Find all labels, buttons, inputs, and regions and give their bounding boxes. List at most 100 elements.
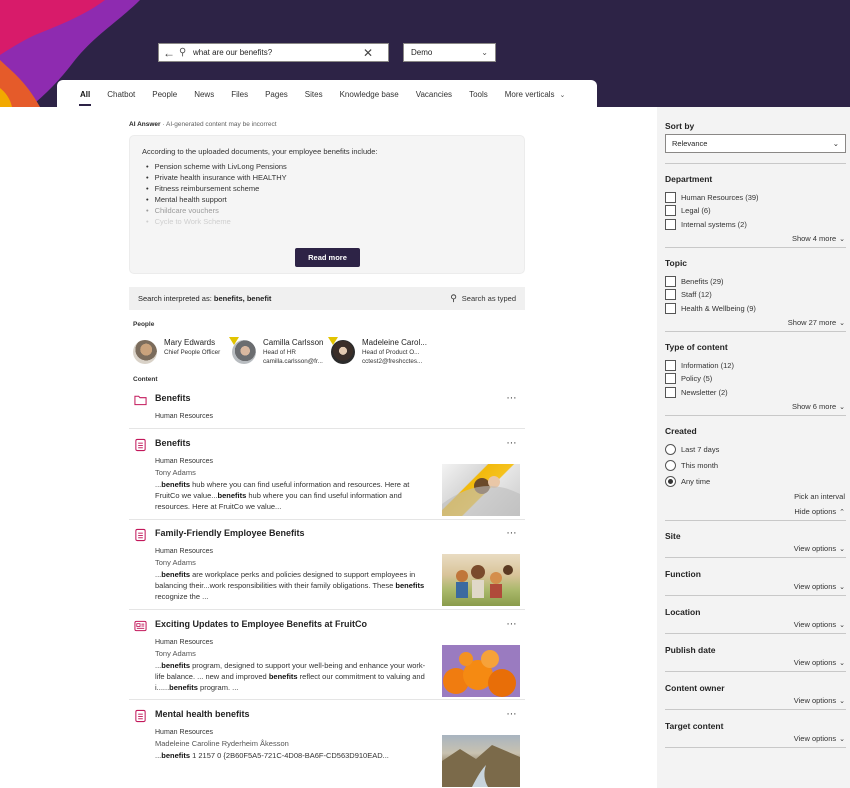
show-more-link[interactable]: Show 4 more ⌄	[792, 234, 845, 243]
filter-checkbox[interactable]: Human Resources (39)	[665, 192, 759, 203]
checkbox[interactable]	[665, 276, 676, 287]
result-snippet: ...benefits program, designed to support…	[155, 661, 426, 692]
divider	[665, 709, 846, 710]
target-content-title: Target content	[665, 721, 724, 731]
back-arrow-icon[interactable]: ←	[159, 46, 179, 60]
read-more-button[interactable]: Read more	[295, 248, 360, 267]
view-options-link[interactable]: View options ⌄	[794, 696, 845, 705]
ai-answer-list: Pension scheme with LivLong Pensions Pri…	[146, 161, 287, 227]
tab-more-verticals[interactable]: More verticals ⌄	[505, 80, 566, 108]
result-title[interactable]: Exciting Updates to Employee Benefits at…	[155, 619, 367, 629]
sort-dropdown[interactable]: Relevance ⌄	[665, 134, 846, 153]
view-options-link[interactable]: View options ⌄	[794, 544, 845, 553]
search-as-typed-link[interactable]: ⚲ Search as typed	[450, 293, 516, 304]
checkbox[interactable]	[665, 360, 676, 371]
result-item[interactable]: Benefits ⋯ Human Resources	[129, 393, 525, 429]
checkbox[interactable]	[665, 205, 676, 216]
radio-button[interactable]	[665, 476, 676, 487]
checkbox-label: Newsletter (2)	[681, 388, 728, 397]
person-card[interactable]: Madeleine Carol... Head of Product O... …	[328, 337, 427, 366]
search-bar[interactable]: ← ⚲ ✕	[158, 43, 389, 62]
vertical-tabs: All Chatbot People News Files Pages Site…	[57, 80, 597, 108]
result-title[interactable]: Mental health benefits	[155, 709, 250, 719]
result-item[interactable]: Exciting Updates to Employee Benefits at…	[129, 619, 525, 700]
more-options-icon[interactable]: ⋯	[507, 709, 518, 720]
result-item[interactable]: Family-Friendly Employee Benefits ⋯ Huma…	[129, 528, 525, 610]
filter-radio[interactable]: This month	[665, 460, 718, 471]
result-title[interactable]: Benefits	[155, 438, 191, 448]
checkbox[interactable]	[665, 373, 676, 384]
filter-sidebar: Sort by Relevance ⌄ Department Human Res…	[657, 107, 850, 788]
tab-all[interactable]: All	[78, 80, 92, 108]
view-options-label: View options	[793, 696, 837, 705]
tab-vacancies[interactable]: Vacancies	[416, 80, 452, 108]
filter-radio[interactable]: Any time	[665, 476, 710, 487]
tab-pages[interactable]: Pages	[265, 80, 288, 108]
result-title[interactable]: Family-Friendly Employee Benefits	[155, 528, 305, 538]
filter-checkbox[interactable]: Policy (5)	[665, 373, 712, 384]
more-options-icon[interactable]: ⋯	[507, 528, 518, 539]
radio-button[interactable]	[665, 444, 676, 455]
search-input[interactable]	[193, 48, 358, 57]
checkbox[interactable]	[665, 387, 676, 398]
pick-interval-link[interactable]: Pick an interval	[794, 492, 845, 501]
show-more-label: Show 27 more	[787, 318, 837, 327]
checkbox[interactable]	[665, 303, 676, 314]
tab-sites[interactable]: Sites	[305, 80, 323, 108]
filter-checkbox[interactable]: Staff (12)	[665, 289, 712, 300]
tab-knowledge-base[interactable]: Knowledge base	[340, 80, 399, 108]
view-options-link[interactable]: View options ⌄	[794, 658, 845, 667]
tab-chatbot[interactable]: Chatbot	[107, 80, 135, 108]
list-item: Childcare vouchers	[146, 205, 287, 216]
hide-options-link[interactable]: Hide options ⌃	[794, 507, 845, 516]
person-name: Madeleine Carol...	[362, 338, 427, 347]
chevron-down-icon: ⌄	[559, 92, 566, 99]
result-author: Tony Adams	[155, 558, 196, 567]
view-options-link[interactable]: View options ⌄	[794, 620, 845, 629]
result-site: Human Resources	[155, 639, 213, 646]
list-item: Cycle to Work Scheme	[146, 216, 287, 227]
filter-radio[interactable]: Last 7 days	[665, 444, 719, 455]
checkbox[interactable]	[665, 219, 676, 230]
more-options-icon[interactable]: ⋯	[507, 438, 518, 449]
filter-checkbox[interactable]: Newsletter (2)	[665, 387, 728, 398]
result-item[interactable]: Benefits ⋯ Human Resources Tony Adams ..…	[129, 438, 525, 520]
tab-people[interactable]: People	[152, 80, 177, 108]
person-card[interactable]: Mary Edwards Chief People Officer	[133, 337, 220, 364]
person-card[interactable]: Camilla Carlsson Head of HR camilla.carl…	[229, 337, 323, 366]
result-site: Human Resources	[155, 458, 213, 465]
interpreted-terms: benefits, benefit	[213, 294, 272, 303]
filter-checkbox[interactable]: Internal systems (2)	[665, 219, 747, 230]
divider	[665, 247, 846, 248]
more-options-icon[interactable]: ⋯	[507, 619, 518, 630]
view-options-link[interactable]: View options ⌄	[794, 582, 845, 591]
tab-files[interactable]: Files	[231, 80, 248, 108]
filter-checkbox[interactable]: Legal (6)	[665, 205, 711, 216]
checkbox[interactable]	[665, 289, 676, 300]
function-title: Function	[665, 569, 701, 579]
result-title[interactable]: Benefits	[155, 393, 191, 403]
checkbox-label: Policy (5)	[681, 374, 713, 383]
tab-tools[interactable]: Tools	[469, 80, 488, 108]
filter-checkbox[interactable]: Information (12)	[665, 360, 734, 371]
page-icon	[135, 528, 146, 542]
show-more-link[interactable]: Show 27 more ⌄	[788, 318, 845, 327]
view-options-link[interactable]: View options ⌄	[794, 734, 845, 743]
clear-icon[interactable]: ✕	[358, 46, 378, 60]
tab-news[interactable]: News	[194, 80, 214, 108]
more-options-icon[interactable]: ⋯	[507, 393, 518, 404]
highlight: benefits	[268, 672, 298, 681]
radio-button[interactable]	[665, 460, 676, 471]
chevron-down-icon: ⌄	[839, 660, 845, 667]
result-item[interactable]: Mental health benefits ⋯ Human Resources…	[129, 709, 525, 787]
filter-checkbox[interactable]: Benefits (29)	[665, 276, 724, 287]
chevron-up-icon: ⌃	[839, 509, 845, 516]
filter-checkbox[interactable]: Health & Wellbeing (9)	[665, 303, 756, 314]
checkbox-label: Legal (6)	[681, 206, 711, 215]
show-more-link[interactable]: Show 6 more ⌄	[792, 402, 845, 411]
result-thumbnail	[442, 645, 520, 697]
checkbox[interactable]	[665, 192, 676, 203]
pick-interval-label: Pick an interval	[794, 492, 845, 501]
scope-dropdown[interactable]: Demo ⌄	[403, 43, 496, 62]
checkbox-label: Benefits (29)	[681, 277, 724, 286]
